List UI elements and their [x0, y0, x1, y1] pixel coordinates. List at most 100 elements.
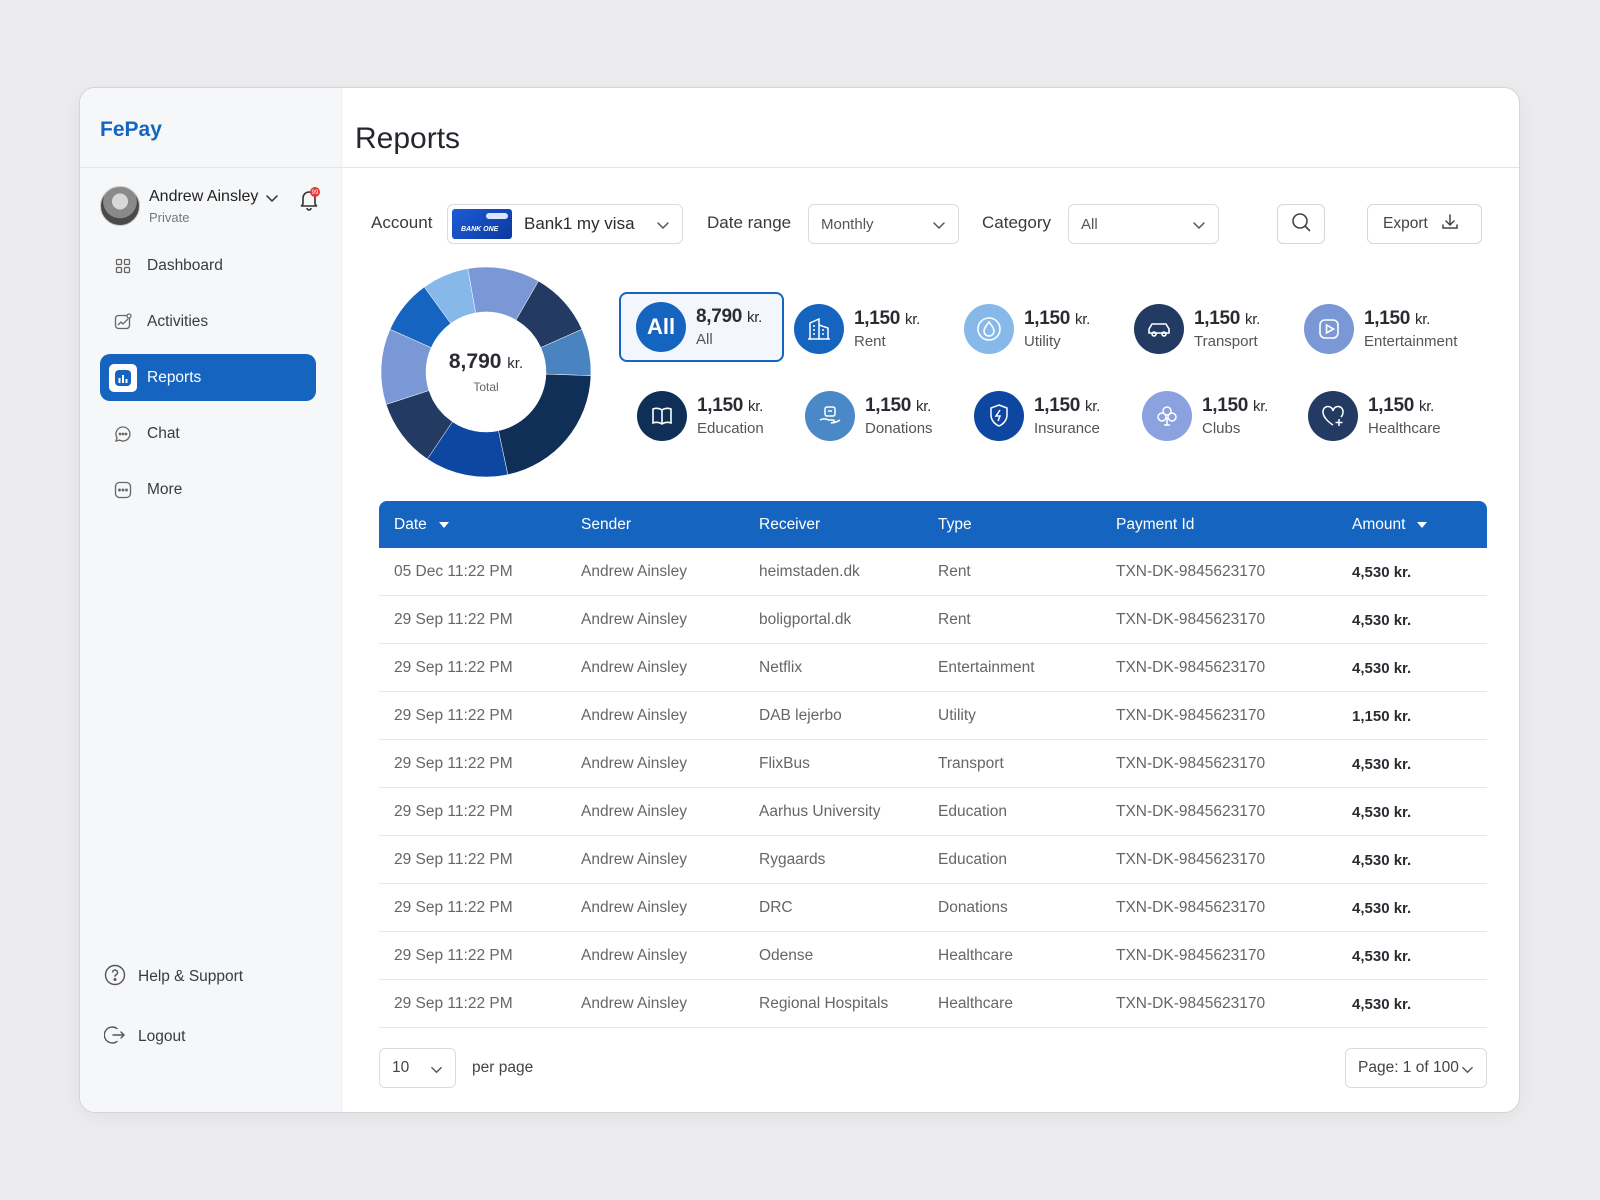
table-row[interactable]: 29 Sep 11:22 PM Andrew Ainsley DRC Donation…	[379, 884, 1487, 932]
cell-amount: 4,530 kr.	[1352, 659, 1412, 677]
table-row[interactable]: 29 Sep 11:22 PM Andrew Ainsley Aarhus Univ…	[379, 788, 1487, 836]
category-amount: 1,150	[865, 395, 912, 416]
cell-date: 05 Dec 11:22 PM	[394, 563, 513, 580]
cell-receiver: DRC	[759, 899, 793, 916]
column-header-receiver[interactable]: Receiver	[759, 501, 820, 548]
chart-line-icon	[114, 312, 132, 331]
date-range-select[interactable]: Monthly	[808, 204, 959, 244]
cell-date: 29 Sep 11:22 PM	[394, 947, 513, 964]
cell-receiver: Aarhus University	[759, 803, 881, 820]
per-page-select[interactable]: 10	[379, 1048, 456, 1088]
column-header-type[interactable]: Type	[938, 501, 972, 548]
transactions-table: Date Sender Receiver Type Payment Id Amo…	[379, 501, 1487, 1028]
sidebar-item-dashboard[interactable]: Dashboard	[100, 242, 316, 289]
search-button[interactable]	[1277, 204, 1325, 244]
chevron-down-icon	[656, 218, 670, 237]
table-row[interactable]: 29 Sep 11:22 PM Andrew Ainsley Netflix Ente…	[379, 644, 1487, 692]
table-row[interactable]: 29 Sep 11:22 PM Andrew Ainsley FlixBus Tran…	[379, 740, 1487, 788]
category-label: Utility	[1024, 333, 1061, 350]
chevron-down-icon[interactable]	[264, 190, 280, 211]
cell-sender: Andrew Ainsley	[581, 995, 687, 1012]
column-header-amount[interactable]: Amount	[1352, 501, 1429, 548]
cell-payment-id: TXN-DK-9845623170	[1116, 995, 1266, 1012]
help-support-label: Help & Support	[138, 968, 244, 985]
donut-segment[interactable]	[498, 373, 592, 476]
cell-date: 29 Sep 11:22 PM	[394, 995, 513, 1012]
column-header-date[interactable]: Date	[394, 501, 451, 548]
cell-receiver: Netflix	[759, 659, 803, 676]
cell-date: 29 Sep 11:22 PM	[394, 899, 513, 916]
water-drop-icon	[964, 304, 1014, 354]
logout-label: Logout	[138, 1028, 186, 1045]
sidebar-item-reports[interactable]: Reports	[100, 354, 316, 401]
category-insurance[interactable]: 1,150 kr. Insurance	[974, 381, 1100, 451]
category-select[interactable]: All	[1068, 204, 1219, 244]
column-header-sender[interactable]: Sender	[581, 501, 631, 548]
category-label: Donations	[865, 420, 933, 437]
bank-card-text: BANK ONE	[461, 226, 499, 233]
sidebar-item-chat[interactable]: Chat	[100, 410, 316, 457]
cell-receiver: boligportal.dk	[759, 611, 852, 628]
page-select[interactable]: Page: 1 of 100	[1345, 1048, 1487, 1088]
notification-bell-icon[interactable]: 99	[297, 186, 323, 217]
cell-sender: Andrew Ainsley	[581, 851, 687, 868]
heart-plus-icon	[1308, 391, 1358, 441]
category-label: Insurance	[1034, 420, 1100, 437]
category-label: Entertainment	[1364, 333, 1458, 350]
category-healthcare[interactable]: 1,150 kr. Healthcare	[1308, 381, 1441, 451]
category-label: Healthcare	[1368, 420, 1441, 437]
user-profile[interactable]: Andrew Ainsley Private 99	[100, 186, 330, 230]
sidebar-item-label: Activities	[147, 312, 209, 330]
category-amount: 1,150	[1034, 395, 1081, 416]
category-label: Transport	[1194, 333, 1258, 350]
category-clubs[interactable]: 1,150 kr. Clubs	[1142, 381, 1268, 451]
sidebar-item-activities[interactable]: Activities	[100, 298, 316, 345]
cell-payment-id: TXN-DK-9845623170	[1116, 563, 1266, 580]
chevron-down-icon	[430, 1063, 443, 1081]
table-row[interactable]: 29 Sep 11:22 PM Andrew Ainsley boligportal…	[379, 596, 1487, 644]
play-icon	[1304, 304, 1354, 354]
sidebar-item-more[interactable]: More	[100, 466, 316, 513]
table-row[interactable]: 29 Sep 11:22 PM Andrew Ainsley DAB lejerbo…	[379, 692, 1487, 740]
app-window: FePay Andrew Ainsley Private 99 Dashboar…	[79, 87, 1520, 1113]
category-entertainment[interactable]: 1,150 kr. Entertainment	[1304, 294, 1457, 364]
export-button[interactable]: Export	[1367, 204, 1482, 244]
cell-type: Healthcare	[938, 995, 1013, 1012]
more-dots-icon	[114, 481, 132, 499]
cell-sender: Andrew Ainsley	[581, 803, 687, 820]
avatar[interactable]	[100, 186, 140, 226]
category-label: Rent	[854, 333, 886, 350]
category-amount: 1,150	[1368, 395, 1415, 416]
table-row[interactable]: 29 Sep 11:22 PM Andrew Ainsley Odense Healt…	[379, 932, 1487, 980]
spending-donut-chart	[380, 266, 592, 478]
category-amount: 1,150	[697, 395, 744, 416]
table-row[interactable]: 29 Sep 11:22 PM Andrew Ainsley Regional Ho…	[379, 980, 1487, 1028]
column-header-payment-id[interactable]: Payment Id	[1116, 501, 1194, 548]
table-row[interactable]: 29 Sep 11:22 PM Andrew Ainsley Rygaards Edu…	[379, 836, 1487, 884]
category-value: All	[1081, 215, 1098, 233]
category-amount: 1,150	[1194, 308, 1241, 329]
table-body: 05 Dec 11:22 PM Andrew Ainsley heimstaden.…	[379, 548, 1487, 1028]
page-value: Page: 1 of 100	[1358, 1059, 1459, 1076]
help-support-link[interactable]: Help & Support	[104, 962, 243, 992]
cell-receiver: heimstaden.dk	[759, 563, 860, 580]
brand-logo[interactable]: FePay	[100, 118, 162, 142]
bar-chart-icon	[109, 363, 137, 392]
account-select[interactable]: BANK ONE Bank1 my visa	[447, 204, 683, 244]
table-row[interactable]: 05 Dec 11:22 PM Andrew Ainsley heimstaden.…	[379, 548, 1487, 596]
category-donations[interactable]: 1,150 kr. Donations	[805, 381, 933, 451]
cell-date: 29 Sep 11:22 PM	[394, 707, 513, 724]
category-education[interactable]: 1,150 kr. Education	[637, 381, 764, 451]
grid-icon	[114, 257, 132, 275]
account-label: Account	[371, 213, 433, 232]
category-rent[interactable]: 1,150 kr. Rent	[794, 294, 920, 364]
category-all[interactable]: All 8,790 kr. All	[619, 292, 784, 362]
cell-amount: 4,530 kr.	[1352, 611, 1412, 629]
account-value: Bank1 my visa	[524, 214, 635, 233]
sidebar-divider	[80, 167, 342, 168]
category-transport[interactable]: 1,150 kr. Transport	[1134, 294, 1260, 364]
cell-payment-id: TXN-DK-9845623170	[1116, 755, 1266, 772]
export-label: Export	[1383, 215, 1428, 232]
category-utility[interactable]: 1,150 kr. Utility	[964, 294, 1090, 364]
logout-link[interactable]: Logout	[103, 1022, 186, 1052]
